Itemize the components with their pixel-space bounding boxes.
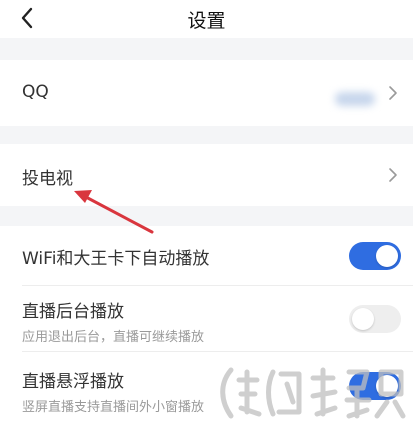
settings-row-wifi-autoplay-label: WiFi和大王卡下自动播放	[22, 249, 210, 269]
settings-row-live-float-label: 直播悬浮播放	[22, 372, 124, 392]
wifi-autoplay-toggle[interactable]	[349, 242, 401, 270]
settings-row-qq[interactable]: QQ	[0, 60, 413, 126]
settings-row-cast-tv-label: 投电视	[22, 169, 73, 189]
toggle-knob	[352, 308, 374, 330]
settings-row-live-background-label: 直播后台播放	[22, 302, 124, 322]
qq-account-value	[335, 92, 375, 106]
nav-header: 设置	[0, 0, 413, 38]
settings-row-qq-label: QQ	[22, 82, 49, 102]
live-float-toggle[interactable]	[349, 372, 401, 400]
settings-row-live-float-sub: 竖屏直播支持直播间外小窗播放	[22, 400, 205, 415]
toggle-knob	[376, 245, 398, 267]
settings-row-cast-tv[interactable]: 投电视	[0, 144, 413, 206]
live-background-toggle[interactable]	[349, 305, 401, 333]
chevron-right-icon	[389, 168, 397, 182]
settings-row-live-background: 直播后台播放 应用退出后台，直播可继续播放	[0, 286, 413, 352]
toggle-knob	[376, 375, 398, 397]
page-title: 设置	[187, 10, 226, 32]
settings-row-wifi-autoplay: WiFi和大王卡下自动播放	[0, 226, 413, 286]
chevron-right-icon	[389, 86, 397, 100]
settings-row-live-background-sub: 应用退出后台，直播可继续播放	[22, 330, 205, 345]
settings-row-live-float: 直播悬浮播放 竖屏直播支持直播间外小窗播放	[0, 352, 413, 427]
